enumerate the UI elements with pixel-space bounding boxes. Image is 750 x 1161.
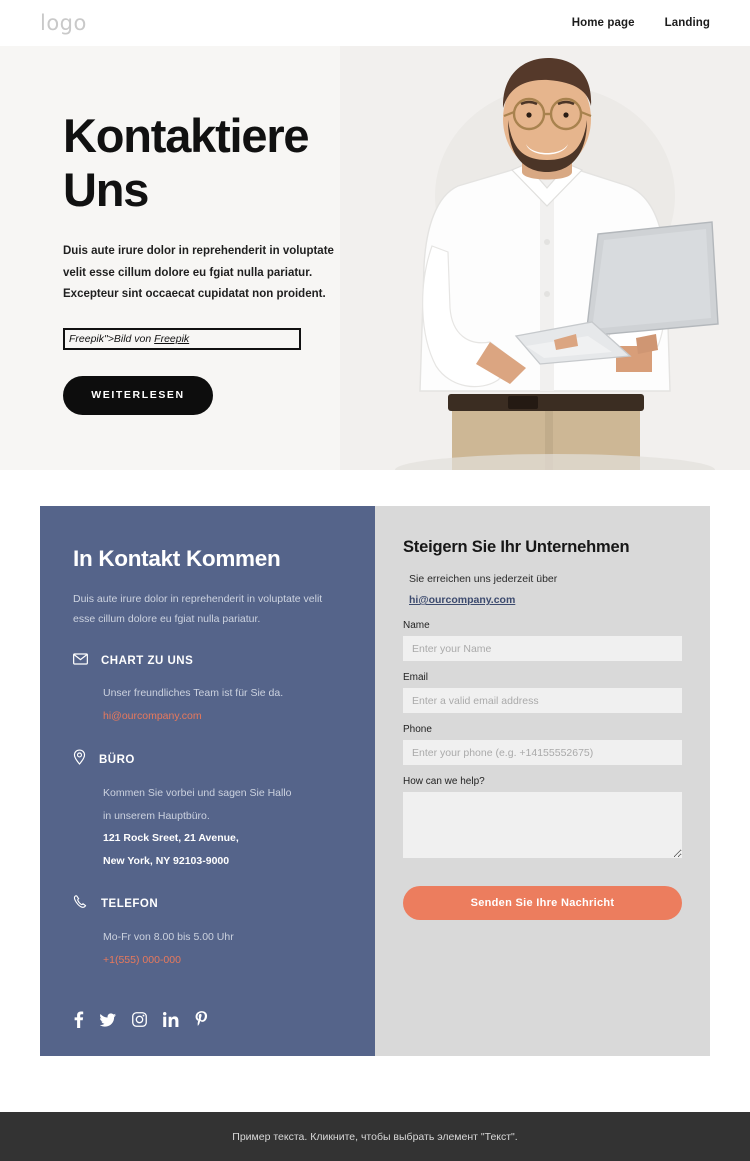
form-field-message: How can we help? bbox=[403, 776, 682, 863]
contact-block-body: Mo-Fr von 8.00 bis 5.00 Uhr +1(555) 000-… bbox=[73, 926, 342, 971]
linkedin-icon[interactable] bbox=[163, 1012, 179, 1027]
contact-block-chat: CHART ZU UNS Unser freundliches Team ist… bbox=[73, 652, 342, 727]
hero-paragraph-line: Duis aute irure dolor in reprehenderit i… bbox=[63, 245, 334, 257]
contact-block-body: Unser freundliches Team ist für Sie da. … bbox=[73, 682, 342, 727]
contact-block-header: CHART ZU UNS bbox=[73, 652, 342, 670]
site-footer: Пример текста. Кликните, чтобы выбрать э… bbox=[0, 1112, 750, 1161]
form-label-message: How can we help? bbox=[403, 776, 485, 787]
phone-icon bbox=[73, 894, 88, 914]
form-heading: Steigern Sie Ihr Unternehmen bbox=[403, 538, 630, 556]
twitter-icon[interactable] bbox=[100, 1012, 116, 1027]
main-nav: Home page Landing bbox=[572, 17, 710, 29]
contact-phone-link[interactable]: +1(555) 000-000 bbox=[103, 949, 181, 972]
contact-intro-line: Duis aute irure dolor in reprehenderit i… bbox=[73, 593, 323, 605]
contact-block-line: in unserem Hauptbüro. bbox=[103, 809, 210, 822]
form-label-phone: Phone bbox=[403, 724, 432, 735]
nav-item-home-page[interactable]: Home page bbox=[572, 17, 635, 29]
hero-title: Kontaktiere Uns bbox=[63, 109, 310, 216]
contact-block-title: BÜRO bbox=[99, 753, 135, 766]
pinterest-icon[interactable] bbox=[195, 1011, 208, 1028]
hero-paragraph: Duis aute irure dolor in reprehenderit i… bbox=[63, 241, 363, 306]
read-more-button[interactable]: WEITERLESEN bbox=[63, 375, 213, 415]
logo[interactable]: logo bbox=[40, 11, 87, 35]
contact-block-header: BÜRO bbox=[73, 749, 342, 770]
site-header: logo Home page Landing bbox=[0, 0, 750, 46]
envelope-icon bbox=[73, 652, 88, 670]
message-textarea[interactable] bbox=[403, 792, 682, 858]
contact-block-title: TELEFON bbox=[101, 898, 159, 910]
contact-address-line: New York, NY 92103-9000 bbox=[103, 854, 230, 867]
facebook-icon[interactable] bbox=[73, 1011, 84, 1028]
email-input[interactable] bbox=[403, 688, 682, 713]
form-label-name: Name bbox=[403, 620, 430, 631]
contact-block-body: Kommen Sie vorbei und sagen Sie Hallo in… bbox=[73, 782, 342, 872]
image-credit-text: Freepik">Bild von Freepik bbox=[69, 333, 189, 345]
form-reach-text: Sie erreichen uns jederzeit über bbox=[409, 573, 558, 585]
credit-link[interactable]: Freepik bbox=[154, 333, 189, 345]
image-credit-field[interactable]: Freepik">Bild von Freepik bbox=[63, 327, 301, 350]
contact-section: In Kontakt Kommen Duis aute irure dolor … bbox=[40, 506, 710, 1056]
form-label-email: Email bbox=[403, 672, 429, 683]
contact-address-line: 121 Rock Sreet, 21 Avenue, bbox=[103, 832, 239, 844]
contact-block-header: TELEFON bbox=[73, 894, 342, 914]
form-field-phone: Phone bbox=[403, 724, 682, 765]
contact-block-line: Mo-Fr von 8.00 bis 5.00 Uhr bbox=[103, 931, 234, 943]
form-email-link[interactable]: hi@ourcompany.com bbox=[409, 594, 515, 606]
hero-image bbox=[340, 46, 750, 470]
page-root: logo Home page Landing Kontaktiere Uns D… bbox=[0, 0, 750, 1161]
form-field-email: Email bbox=[403, 672, 682, 713]
contact-intro-line: esse cillum dolore eu fgiat nulla pariat… bbox=[73, 613, 261, 625]
location-pin-icon bbox=[73, 749, 86, 770]
instagram-icon[interactable] bbox=[132, 1012, 147, 1027]
contact-info-intro: Duis aute irure dolor in reprehenderit i… bbox=[73, 589, 342, 629]
contact-block-phone: TELEFON Mo-Fr von 8.00 bis 5.00 Uhr +1(5… bbox=[73, 894, 342, 971]
phone-input[interactable] bbox=[403, 740, 682, 765]
contact-form-panel: Steigern Sie Ihr Unternehmen Sie erreich… bbox=[375, 506, 710, 1056]
hero-paragraph-line: velit esse cillum dolore eu fgiat nulla … bbox=[63, 266, 313, 279]
hero-text-block: Kontaktiere Uns Duis aute irure dolor in… bbox=[63, 109, 363, 415]
nav-item-landing[interactable]: Landing bbox=[665, 17, 710, 29]
form-field-name: Name bbox=[403, 620, 682, 661]
contact-info-heading: In Kontakt Kommen bbox=[73, 546, 281, 571]
hero-section: Kontaktiere Uns Duis aute irure dolor in… bbox=[0, 46, 750, 470]
hero-paragraph-line: Excepteur sint occaecat cupidatat non pr… bbox=[63, 288, 326, 300]
send-message-button[interactable]: Senden Sie Ihre Nachricht bbox=[403, 886, 682, 920]
social-links bbox=[73, 1011, 208, 1028]
credit-prefix: Freepik">Bild von bbox=[69, 332, 155, 345]
contact-block-line: Unser freundliches Team ist für Sie da. bbox=[103, 687, 284, 699]
name-input[interactable] bbox=[403, 636, 682, 661]
contact-info-panel: In Kontakt Kommen Duis aute irure dolor … bbox=[40, 506, 375, 1056]
contact-block-line: Kommen Sie vorbei und sagen Sie Hallo bbox=[103, 787, 292, 799]
contact-block-office: BÜRO Kommen Sie vorbei und sagen Sie Hal… bbox=[73, 749, 342, 872]
footer-text: Пример текста. Кликните, чтобы выбрать э… bbox=[232, 1130, 518, 1143]
contact-email-link[interactable]: hi@ourcompany.com bbox=[103, 705, 202, 728]
contact-block-title: CHART ZU UNS bbox=[101, 655, 194, 667]
